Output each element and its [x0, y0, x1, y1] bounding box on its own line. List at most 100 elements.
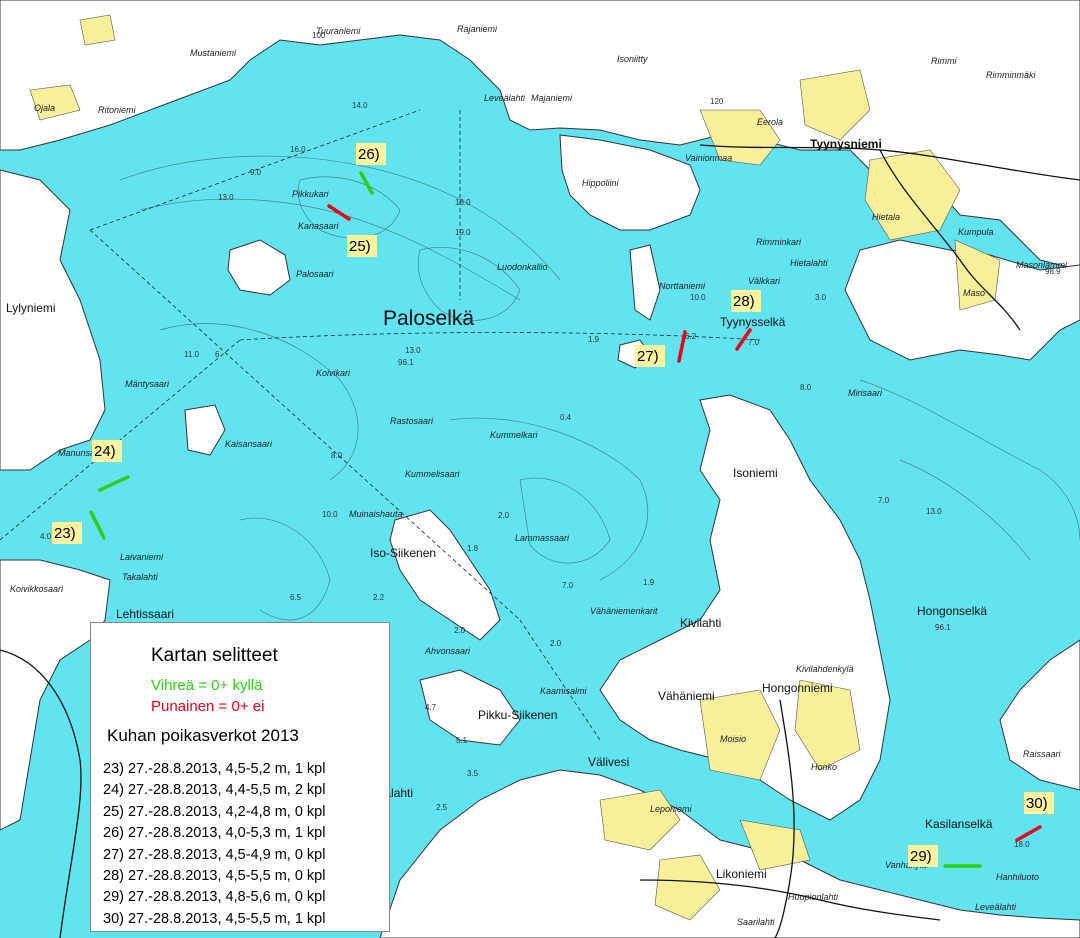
legend-green-key: Vihreä = 0+ kyllä: [151, 677, 263, 694]
legend-red-key: Punainen = 0+ ei: [151, 698, 265, 715]
place-label: Mustaniemi: [190, 48, 237, 58]
place-label: Isoniemi: [733, 466, 778, 480]
place-label: Moisio: [720, 734, 746, 744]
place-label: Eerola: [757, 117, 783, 127]
place-label: Lylyniemi: [6, 301, 56, 315]
place-label: Likoniemi: [716, 867, 767, 881]
place-label: Vainionmaa: [685, 153, 732, 163]
place-label: Laivaniemi: [120, 552, 164, 562]
place-label: Huopionlahti: [788, 892, 839, 902]
place-label: Lehtissaari: [116, 607, 174, 621]
place-label: Hietalahti: [790, 258, 829, 268]
place-label: Kivilahdenkylä: [796, 664, 854, 674]
marker-25: 25): [347, 235, 377, 257]
depth-label: 7.0: [562, 581, 574, 590]
place-label: Norttaniemi: [659, 281, 706, 291]
depth-label: 0.4: [560, 413, 572, 422]
place-label: Vähäniemenkarit: [590, 606, 658, 616]
place-label: Vähäniemi: [658, 689, 715, 703]
depth-label: 10.0: [322, 510, 338, 519]
marker-30: 30): [1024, 792, 1054, 814]
depth-label: 2.0: [454, 626, 466, 635]
depth-label: 2.0: [550, 639, 562, 648]
depth-label: 5.1: [456, 736, 468, 745]
place-label: Pikku-Siikenen: [478, 708, 557, 722]
place-label: Rimminmäki: [986, 70, 1037, 80]
place-label: Majaniemi: [531, 93, 573, 103]
map-legend: Kartan selitteet Vihreä = 0+ kyllä Punai…: [90, 622, 390, 932]
depth-label: 1.8: [467, 544, 479, 553]
depth-label: 6: [215, 350, 220, 359]
marker-label: 27): [637, 348, 659, 365]
depth-label: 9.0: [250, 168, 262, 177]
place-label: Mirisaari: [848, 388, 883, 398]
place-label: Kanasaari: [298, 221, 340, 231]
place-label: Paloselkä: [383, 307, 474, 330]
place-label: Välivesi: [588, 755, 629, 769]
place-label: Tyynysselkä: [720, 315, 786, 329]
depth-label: 6.5: [290, 593, 302, 602]
place-label: Leveälahti: [484, 93, 526, 103]
place-label: Hongonniemi: [762, 681, 833, 695]
depth-label: 4.0: [40, 532, 52, 541]
legend-item: 29) 27.-28.8.2013, 4,8-5,6 m, 0 kpl: [103, 889, 326, 906]
marker-label: 26): [358, 146, 380, 163]
marker-23: 23): [52, 522, 82, 544]
marker-label: 29): [910, 848, 932, 865]
place-label: Rajaniemi: [457, 24, 498, 34]
place-label: Kumpula: [958, 227, 994, 237]
depth-label: 98.9: [1045, 267, 1061, 276]
place-label: Hietala: [872, 212, 900, 222]
place-label: Honko: [811, 762, 837, 772]
legend-list: 23) 27.-28.8.2013, 4,5-5,2 m, 1 kpl 24) …: [103, 759, 325, 930]
depth-label: 3.5: [467, 769, 479, 778]
place-label: Leponiemi: [650, 804, 693, 814]
legend-item: 25) 27.-28.8.2013, 4,2-4,8 m, 0 kpl: [103, 803, 326, 820]
place-label: Hanhiluoto: [996, 872, 1039, 882]
place-label: Kasilanselkä: [925, 817, 993, 831]
depth-label: 4.7: [425, 703, 437, 712]
place-label: Pikkukari: [292, 189, 330, 199]
place-label: Raissaari: [1023, 749, 1062, 759]
depth-label: 10.0: [690, 293, 706, 302]
legend-item: 27) 27.-28.8.2013, 4,5-4,9 m, 0 kpl: [103, 846, 326, 863]
place-label: Koivikkosaari: [10, 584, 64, 594]
legend-item: 30) 27.-28.8.2013, 4,5-5,5 m, 1 kpl: [103, 910, 326, 927]
depth-label: 3.0: [815, 293, 827, 302]
marker-24: 24): [92, 440, 122, 462]
depth-label: 18.0: [455, 198, 471, 207]
depth-label: 7.0: [748, 338, 760, 347]
place-label: Rimmi: [931, 56, 957, 66]
place-label: Rastosaari: [390, 416, 434, 426]
depth-label: 100: [312, 31, 326, 40]
place-label: Palosaari: [296, 269, 335, 279]
depth-label: 1.9: [643, 578, 655, 587]
depth-label: 8.0: [331, 451, 343, 460]
place-label: Ahvonsaari: [424, 646, 471, 656]
legend-subtitle: Kuhan poikasverkot 2013: [107, 726, 299, 745]
place-label: Koivikari: [316, 368, 351, 378]
depth-label: 2.2: [373, 593, 385, 602]
place-label: Maso: [963, 288, 985, 298]
place-label: Kivilahti: [680, 616, 721, 630]
place-label: Rimminkari: [756, 237, 802, 247]
place-label: Muinaishauta: [349, 509, 403, 519]
place-label: Saarilahti: [737, 917, 776, 927]
depth-label: 120: [710, 97, 724, 106]
place-label: Kaamisalmi: [540, 686, 588, 696]
place-label: Kaisansaari: [225, 439, 273, 449]
depth-label: 13.0: [926, 507, 942, 516]
marker-28: 28): [731, 290, 761, 312]
legend-item: 28) 27.-28.8.2013, 4,5-5,5 m, 0 kpl: [103, 868, 326, 885]
marker-26: 26): [356, 143, 386, 165]
depth-label: 19.0: [455, 228, 471, 237]
place-label: Lammassaari: [515, 533, 570, 543]
legend-item: 24) 27.-28.8.2013, 4,4-5,5 m, 2 kpl: [103, 782, 326, 799]
place-label: Välkkari: [748, 276, 781, 286]
depth-label: 7.0: [878, 496, 890, 505]
legend-item: 23) 27.-28.8.2013, 4,5-5,2 m, 1 kpl: [103, 761, 326, 777]
depth-label: 2.0: [498, 511, 510, 520]
place-label: Takalahti: [122, 572, 159, 582]
marker-label: 23): [54, 525, 76, 542]
marker-29: 29): [908, 845, 938, 867]
